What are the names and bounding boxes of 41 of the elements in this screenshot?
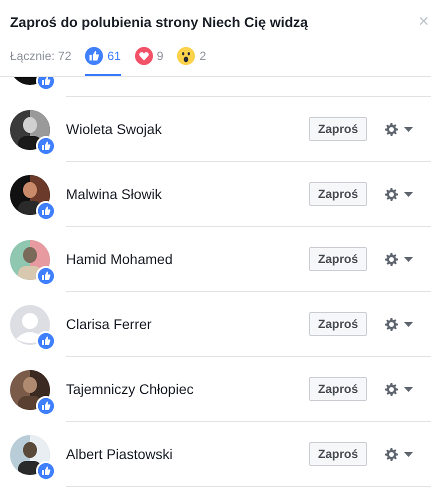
like-badge-icon xyxy=(38,268,54,284)
person-name: Tajemniczy Chłopiec xyxy=(66,380,195,399)
person-name: Hamid Mohamed xyxy=(66,250,174,268)
reaction-tab[interactable]: 61 xyxy=(85,38,121,76)
like-badge-icon xyxy=(38,138,54,154)
caret-icon xyxy=(404,192,413,196)
settings-dropdown[interactable] xyxy=(385,318,413,330)
settings-dropdown[interactable] xyxy=(385,448,413,460)
like-badge-icon xyxy=(38,202,54,218)
caret-icon xyxy=(404,256,413,262)
person-name: Malwina Słowik xyxy=(66,184,163,204)
like-badge-icon xyxy=(38,332,54,348)
invite-button[interactable]: Zaproś xyxy=(308,312,367,336)
caret-icon xyxy=(404,386,413,392)
invite-button[interactable]: Zaproś xyxy=(308,377,367,401)
like-badge-icon xyxy=(38,77,54,88)
invite-button[interactable]: Zaproś xyxy=(308,442,367,466)
person-name: Clarisa Ferrer xyxy=(66,314,153,334)
settings-dropdown[interactable] xyxy=(385,382,413,396)
settings-dropdown[interactable] xyxy=(385,252,413,266)
wow-face-icon xyxy=(177,47,196,65)
invite-button[interactable]: Zaproś xyxy=(308,182,367,206)
like-badge-icon xyxy=(38,398,54,414)
caret-icon xyxy=(404,452,413,456)
person-name: Wioleta Swojak xyxy=(66,120,163,139)
settings-icon xyxy=(385,188,398,200)
invite-button[interactable]: Zaproś xyxy=(308,117,367,141)
settings-icon xyxy=(385,448,398,460)
caret-icon xyxy=(404,126,413,132)
settings-icon xyxy=(385,318,398,330)
settings-dropdown[interactable] xyxy=(385,188,413,200)
invite-button[interactable]: Zaproś xyxy=(308,247,367,271)
caret-icon xyxy=(404,322,413,326)
dialog-title: Zaproś do polubienia strony Niech Cię widzą xyxy=(10,13,308,32)
settings-dropdown[interactable] xyxy=(385,122,413,136)
settings-icon xyxy=(385,382,398,396)
settings-icon xyxy=(385,122,398,136)
like-icon xyxy=(85,47,104,65)
person-name: Albert Piastowski xyxy=(66,444,174,464)
settings-icon xyxy=(385,252,398,266)
like-badge-icon xyxy=(38,462,54,478)
